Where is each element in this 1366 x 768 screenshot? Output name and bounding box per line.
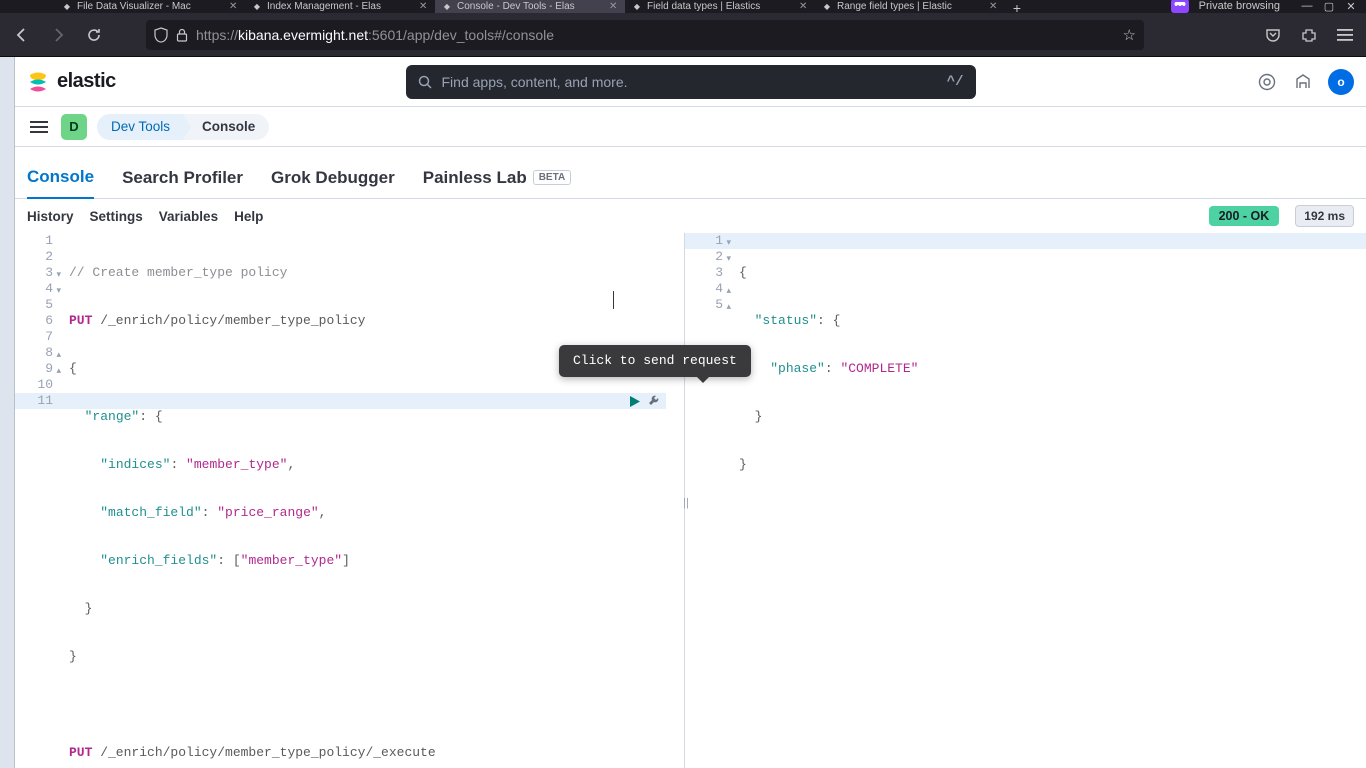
send-request-button[interactable]	[628, 395, 641, 408]
app-menu-icon[interactable]	[1332, 22, 1358, 48]
text-cursor	[613, 291, 614, 309]
fold-icon[interactable]: ▴	[726, 299, 731, 315]
fold-icon[interactable]: ▴	[726, 283, 731, 299]
tab-favicon: ◆	[441, 1, 453, 13]
fold-icon[interactable]: ▾	[726, 235, 731, 251]
response-status-badge: 200 - OK	[1209, 206, 1280, 226]
breadcrumb-console: Console	[184, 114, 269, 140]
response-code: { "status": { "phase": "COMPLETE" } }	[739, 233, 1366, 505]
fold-icon[interactable]: ▾	[56, 283, 61, 299]
tab-close-icon[interactable]: ✕	[799, 2, 809, 12]
toolbar-variables[interactable]: Variables	[159, 209, 218, 224]
toolbar-settings[interactable]: Settings	[90, 209, 143, 224]
window-minimize-icon[interactable]: —	[1300, 0, 1314, 13]
nav-toggle-button[interactable]	[27, 115, 51, 139]
elastic-wordmark: elastic	[57, 70, 116, 93]
tab-close-icon[interactable]: ✕	[419, 2, 429, 12]
tab-title: Console - Dev Tools - Elas	[457, 1, 605, 12]
new-tab-button[interactable]: +	[1005, 0, 1029, 13]
url-text: https://kibana.evermight.net:5601/app/de…	[196, 27, 1115, 43]
private-browsing-label: Private browsing	[1199, 0, 1280, 12]
tab-favicon: ◆	[821, 1, 833, 13]
request-editor[interactable]: 1 2 3▾ 4▾ 5 6 7 8▴ 9▴ 10 11 // Create me…	[15, 233, 685, 768]
response-viewer[interactable]: 1▾ 2▾ 3 4▴ 5▴ { "status": { "phase": "CO…	[685, 233, 1366, 768]
tab-close-icon[interactable]: ✕	[989, 2, 999, 12]
breadcrumb: Dev Tools Console	[97, 107, 269, 146]
user-avatar[interactable]: o	[1328, 69, 1354, 95]
left-edge-sliver	[0, 57, 15, 768]
tab-favicon: ◆	[61, 1, 73, 13]
global-search[interactable]: ^/	[406, 65, 976, 99]
nav-back-button[interactable]	[8, 21, 36, 49]
response-timing: 192 ms	[1295, 205, 1354, 227]
browser-toolbar: https://kibana.evermight.net:5601/app/de…	[0, 13, 1366, 57]
browser-tab[interactable]: ◆ Range field types | Elastic ✕	[815, 0, 1005, 13]
space-selector[interactable]: D	[61, 114, 87, 140]
tab-favicon: ◆	[631, 1, 643, 13]
breadcrumb-devtools[interactable]: Dev Tools	[97, 114, 184, 140]
nav-reload-button[interactable]	[80, 21, 108, 49]
fold-icon[interactable]: ▾	[726, 251, 731, 267]
request-gutter: 1 2 3▾ 4▾ 5 6 7 8▴ 9▴ 10 11	[15, 233, 63, 409]
global-search-input[interactable]	[442, 74, 947, 90]
tab-close-icon[interactable]: ✕	[609, 2, 619, 12]
browser-tab-active[interactable]: ◆ Console - Dev Tools - Elas ✕	[435, 0, 625, 13]
devtools-sections: Console Search Profiler Grok Debugger Pa…	[15, 147, 1366, 199]
pocket-icon[interactable]	[1260, 22, 1286, 48]
bookmark-star-icon[interactable]: ☆	[1123, 26, 1136, 44]
response-gutter: 1▾ 2▾ 3 4▴ 5▴	[685, 233, 733, 313]
editor-panes: || 1 2 3▾ 4▾ 5 6 7 8▴ 9▴ 10 11 // Create…	[15, 233, 1366, 768]
elastic-logo[interactable]: elastic	[27, 70, 116, 93]
tracking-shield-icon[interactable]	[154, 27, 168, 43]
toolbar-help[interactable]: Help	[234, 209, 263, 224]
window-close-icon[interactable]: ✕	[1344, 0, 1358, 13]
search-shortcut-hint: ^/	[947, 74, 964, 90]
tab-title: File Data Visualizer - Mac	[77, 1, 225, 12]
fold-icon[interactable]: ▴	[56, 347, 61, 363]
search-icon	[418, 75, 432, 89]
private-browsing-icon	[1171, 0, 1189, 13]
extensions-icon[interactable]	[1296, 22, 1322, 48]
browser-tab-strip: ◆ File Data Visualizer - Mac ✕ ◆ Index M…	[0, 0, 1366, 13]
tab-console[interactable]: Console	[27, 159, 94, 199]
tab-title: Field data types | Elastics	[647, 1, 795, 12]
url-bar[interactable]: https://kibana.evermight.net:5601/app/de…	[146, 20, 1144, 50]
lock-icon[interactable]	[176, 28, 188, 42]
nav-forward-button[interactable]	[44, 21, 72, 49]
browser-tab[interactable]: ◆ Index Management - Elas ✕	[245, 0, 435, 13]
tab-search-profiler[interactable]: Search Profiler	[122, 160, 243, 198]
tab-title: Index Management - Elas	[267, 1, 415, 12]
browser-tab[interactable]: ◆ Field data types | Elastics ✕	[625, 0, 815, 13]
fold-icon[interactable]: ▴	[56, 363, 61, 379]
request-code[interactable]: // Create member_type policy PUT /_enric…	[69, 233, 684, 768]
beta-badge: BETA	[533, 170, 571, 185]
request-options-button[interactable]	[647, 394, 662, 409]
tab-title: Range field types | Elastic	[837, 1, 985, 12]
help-icon[interactable]	[1256, 71, 1278, 93]
window-maximize-icon[interactable]: ▢	[1322, 0, 1336, 13]
kibana-header: elastic ^/ o	[15, 57, 1366, 107]
breadcrumb-row: D Dev Tools Console	[15, 107, 1366, 147]
tab-close-icon[interactable]: ✕	[229, 2, 239, 12]
tab-painless-lab[interactable]: Painless Lab BETA	[423, 160, 571, 198]
tab-favicon: ◆	[251, 1, 263, 13]
toolbar-history[interactable]: History	[27, 209, 74, 224]
pane-splitter[interactable]: ||	[683, 493, 689, 513]
elastic-mark-icon	[27, 71, 49, 93]
tab-grok-debugger[interactable]: Grok Debugger	[271, 160, 395, 198]
fold-icon[interactable]: ▾	[56, 267, 61, 283]
browser-tab[interactable]: ◆ File Data Visualizer - Mac ✕	[55, 0, 245, 13]
newsfeed-icon[interactable]	[1292, 71, 1314, 93]
console-toolbar: History Settings Variables Help 200 - OK…	[15, 199, 1366, 233]
send-request-tooltip: Click to send request	[559, 345, 751, 377]
